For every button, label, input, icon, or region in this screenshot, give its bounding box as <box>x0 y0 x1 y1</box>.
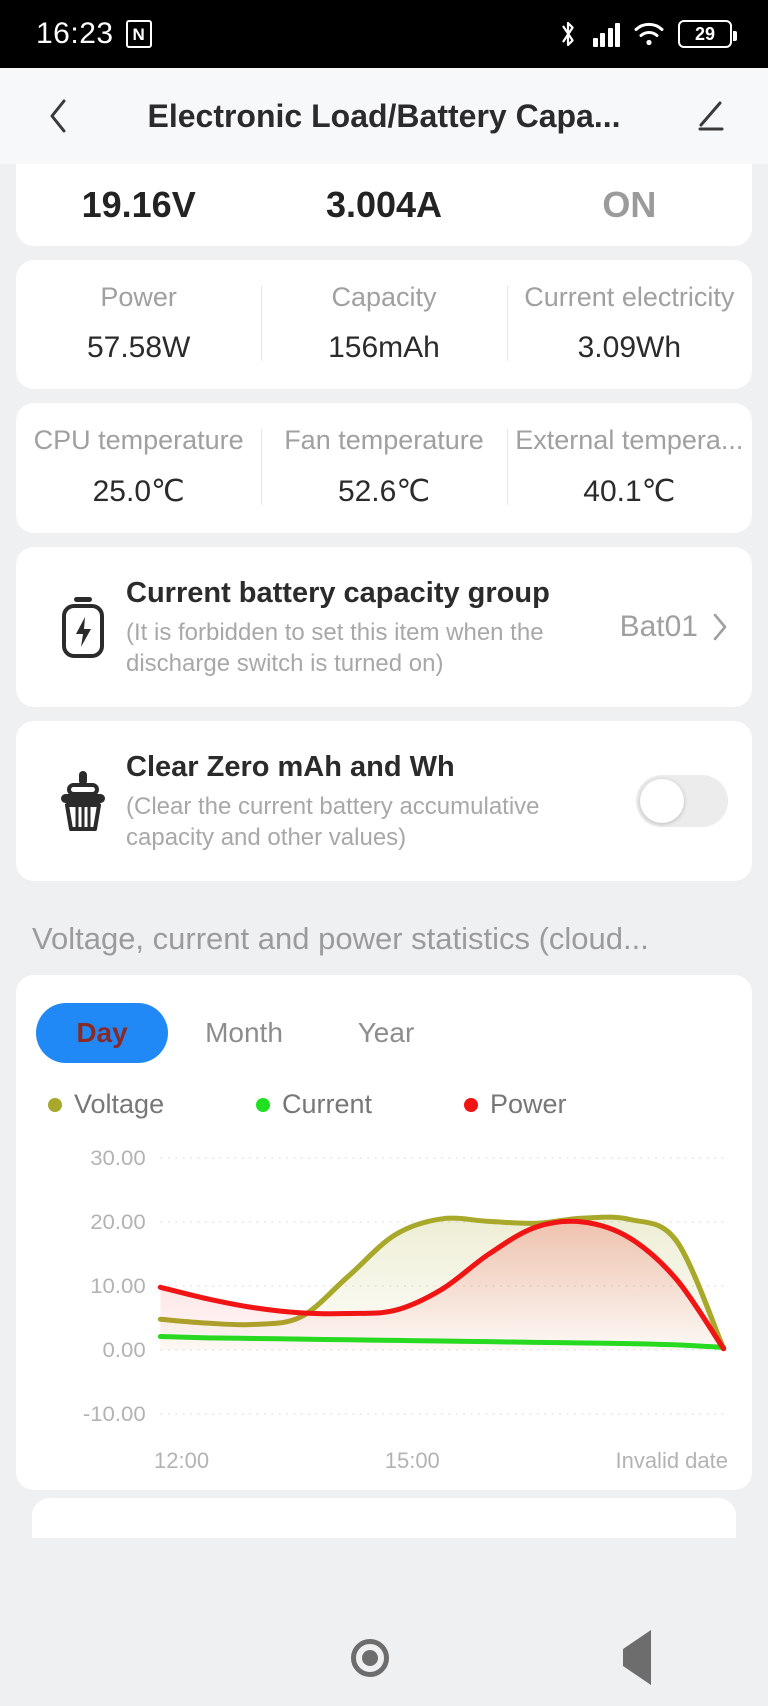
setting-title: Clear Zero mAh and Wh <box>126 750 455 783</box>
current-value: 3.004A <box>325 184 443 225</box>
y-tick-label: -10.00 <box>83 1402 146 1426</box>
metric-value: 25.0℃ <box>92 475 185 508</box>
tab-year[interactable]: Year <box>320 1003 452 1063</box>
voltage-value: 19.16V <box>81 184 196 225</box>
metric-value: 40.1℃ <box>583 475 676 508</box>
legend-label: Power <box>490 1089 567 1119</box>
x-tick: Invalid date <box>615 1448 728 1473</box>
clear-zero-row[interactable]: Clear Zero mAh and Wh (Clear the current… <box>16 721 752 881</box>
y-tick-label: 20.00 <box>90 1210 145 1234</box>
battery-icon: 29 <box>678 20 737 48</box>
setting-hint: (Clear the current battery accumulative … <box>126 792 540 852</box>
setting-title: Current battery capacity group <box>126 576 550 609</box>
chart-range-tabs: Day Month Year <box>36 1003 732 1063</box>
output-state-value: ON <box>602 184 657 225</box>
app-bar: Electronic Load/Battery Capa... <box>0 68 768 164</box>
battery-capacity-group-texts: Current battery capacity group (It is fo… <box>126 575 620 680</box>
chevron-right-icon <box>713 613 727 641</box>
metric-value: 52.6℃ <box>337 475 431 508</box>
voltage-readout: 19.16V <box>16 184 261 226</box>
battery-percent: 29 <box>694 24 716 44</box>
battery-group-value: Bat01 <box>619 610 698 643</box>
next-card-partial <box>32 1498 736 1538</box>
metric-fan-temperature: Fan temperature 52.6℃ <box>261 425 506 509</box>
triangle-back-icon <box>623 1630 651 1685</box>
edit-button[interactable] <box>682 88 738 144</box>
status-bar: 16:23 N 29 <box>0 0 768 68</box>
system-nav-bar <box>0 1610 768 1706</box>
legend-item-voltage[interactable]: Voltage <box>48 1089 256 1120</box>
metric-label: Current electricity <box>524 282 735 312</box>
chart-svg: -10.00 0.00 10.00 20.00 30.00 <box>83 1146 727 1426</box>
current-readout: 3.004A <box>261 184 506 226</box>
metric-label: External tempera... <box>515 425 744 455</box>
status-bar-left: 16:23 N <box>36 17 152 51</box>
metric-value: 57.58W <box>86 331 191 364</box>
circle-icon <box>351 1639 389 1677</box>
nfc-icon: N <box>125 20 152 48</box>
metric-label: Power <box>100 282 177 312</box>
statistics-chart-card: Day Month Year Voltage Current Power -10… <box>16 975 752 1490</box>
chart-section-title: Voltage, current and power statistics (c… <box>32 921 649 956</box>
back-button[interactable] <box>30 88 86 144</box>
battery-bolt-icon <box>40 593 126 661</box>
home-button[interactable] <box>351 1639 389 1677</box>
primary-metrics-row: Power 57.58W Capacity 156mAh Current ele… <box>16 260 752 389</box>
y-tick-label: 30.00 <box>90 1146 145 1170</box>
metric-power: Power 57.58W <box>16 282 261 365</box>
metric-label: Capacity <box>331 282 437 312</box>
output-state-readout: ON <box>507 184 752 226</box>
legend-label: Current <box>282 1089 373 1119</box>
x-tick: 15:00 <box>384 1448 440 1473</box>
legend-item-power[interactable]: Power <box>464 1089 672 1120</box>
primary-metrics-card: Power 57.58W Capacity 156mAh Current ele… <box>16 260 752 389</box>
setting-hint: (It is forbidden to set this item when t… <box>126 618 544 678</box>
metric-label: CPU temperature <box>33 425 244 455</box>
phone-screen: 16:23 N 29 Electronic Load/Battery Capa.… <box>0 0 768 1706</box>
page-title: Electronic Load/Battery Capa... <box>147 97 621 134</box>
chart-x-axis: 12:00 15:00 Invalid date <box>36 1444 732 1474</box>
nav-back-button[interactable] <box>623 1630 651 1685</box>
scroll-content[interactable]: 19.16V 3.004A ON Power 57.58W Capacity 1… <box>0 164 768 1610</box>
tab-day[interactable]: Day <box>36 1003 168 1063</box>
metric-value: 3.09Wh <box>577 331 682 364</box>
metric-current-electricity: Current electricity 3.09Wh <box>506 282 752 365</box>
metric-value: 156mAh <box>328 331 440 364</box>
legend-dot-voltage <box>48 1097 62 1112</box>
chevron-left-icon <box>50 99 66 133</box>
broom-icon <box>40 767 126 835</box>
clear-zero-toggle[interactable] <box>636 775 728 827</box>
battery-capacity-group-row[interactable]: Current battery capacity group (It is fo… <box>16 547 752 707</box>
line-chart-plot: -10.00 0.00 10.00 20.00 30.00 <box>36 1144 732 1444</box>
legend-item-current[interactable]: Current <box>256 1089 464 1120</box>
chart-legend: Voltage Current Power <box>36 1089 732 1126</box>
legend-dot-current <box>256 1097 270 1112</box>
wifi-icon <box>634 22 664 46</box>
status-bar-right: 29 <box>557 19 737 49</box>
clear-zero-texts: Clear Zero mAh and Wh (Clear the current… <box>126 749 636 854</box>
metric-cpu-temperature: CPU temperature 25.0℃ <box>16 425 261 509</box>
legend-label: Voltage <box>74 1089 165 1119</box>
temperature-metrics-card: CPU temperature 25.0℃ Fan temperature 52… <box>16 403 752 533</box>
primary-readout-card: 19.16V 3.004A ON <box>16 164 752 246</box>
battery-capacity-group-value-area[interactable]: Bat01 <box>620 610 728 644</box>
legend-dot-power <box>464 1097 478 1112</box>
tab-month[interactable]: Month <box>178 1003 310 1063</box>
y-tick-label: 10.00 <box>90 1274 145 1298</box>
bluetooth-icon <box>561 21 574 47</box>
metric-capacity: Capacity 156mAh <box>261 282 506 365</box>
metric-external-temperature: External tempera... 40.1℃ <box>506 425 752 509</box>
metric-label: Fan temperature <box>284 425 484 455</box>
temperature-metrics-row: CPU temperature 25.0℃ Fan temperature 52… <box>16 403 752 533</box>
pencil-icon <box>698 101 724 131</box>
status-time: 16:23 <box>36 17 114 50</box>
cellular-signal-icon <box>592 21 620 47</box>
x-tick: 12:00 <box>154 1448 210 1473</box>
y-tick-label: 0.00 <box>103 1338 146 1362</box>
